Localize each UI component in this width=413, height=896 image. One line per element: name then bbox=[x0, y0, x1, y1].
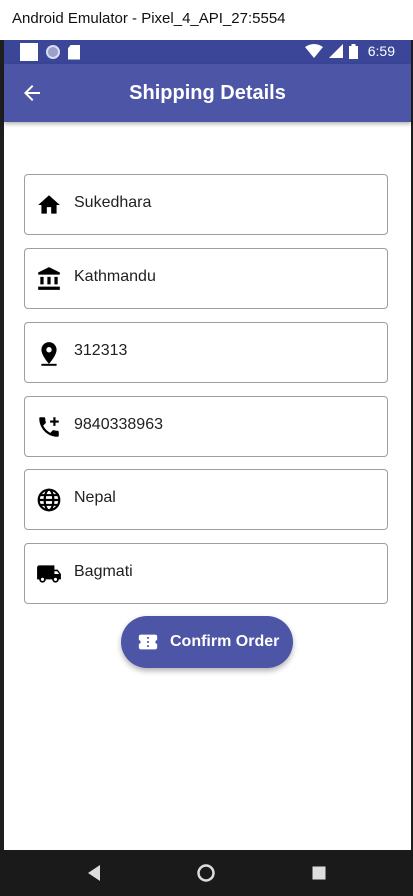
phone-value: 9840338963 bbox=[74, 416, 163, 433]
page-title: Shipping Details bbox=[129, 82, 286, 104]
state-field[interactable]: Bagmati bbox=[24, 543, 388, 604]
nav-home-icon[interactable] bbox=[196, 863, 216, 883]
emulator-title: Android Emulator - Pixel_4_API_27:5554 bbox=[12, 10, 286, 27]
truck-icon bbox=[37, 565, 61, 583]
signal-icon bbox=[328, 44, 343, 58]
postal-code-field[interactable]: 312313 bbox=[24, 322, 388, 383]
city-field[interactable]: Kathmandu bbox=[24, 248, 388, 309]
postal-code-value: 312313 bbox=[74, 342, 128, 359]
phone-field[interactable]: 9840338963 bbox=[24, 396, 388, 457]
city-value: Kathmandu bbox=[74, 268, 156, 285]
notification-circle-icon bbox=[46, 45, 60, 59]
confirm-order-label: Confirm Order bbox=[170, 633, 280, 650]
globe-icon bbox=[37, 488, 61, 512]
home-icon bbox=[38, 195, 60, 214]
status-time: 6:59 bbox=[367, 43, 395, 59]
street-value: Sukedhara bbox=[74, 194, 152, 211]
sd-card-icon bbox=[68, 44, 80, 60]
status-bar: 6:59 bbox=[4, 40, 411, 64]
emulator-title-bar: Android Emulator - Pixel_4_API_27:5554 bbox=[0, 0, 413, 41]
country-value: Nepal bbox=[74, 489, 116, 506]
navigation-bar bbox=[0, 850, 413, 896]
nav-back-icon[interactable] bbox=[84, 863, 104, 883]
phone-add-icon bbox=[39, 417, 59, 437]
ticket-icon bbox=[138, 634, 158, 650]
state-value: Bagmati bbox=[74, 563, 133, 580]
device-frame-left bbox=[0, 40, 4, 850]
country-field[interactable]: Nepal bbox=[24, 469, 388, 530]
bank-icon bbox=[38, 267, 60, 290]
notification-square-icon bbox=[20, 43, 38, 61]
confirm-order-button[interactable]: Confirm Order bbox=[121, 616, 293, 668]
app-bar: Shipping Details bbox=[4, 64, 411, 122]
wifi-icon bbox=[304, 44, 323, 58]
location-pin-icon bbox=[41, 342, 57, 366]
street-field[interactable]: Sukedhara bbox=[24, 174, 388, 235]
battery-icon bbox=[348, 43, 358, 59]
nav-recents-icon[interactable] bbox=[309, 863, 329, 883]
